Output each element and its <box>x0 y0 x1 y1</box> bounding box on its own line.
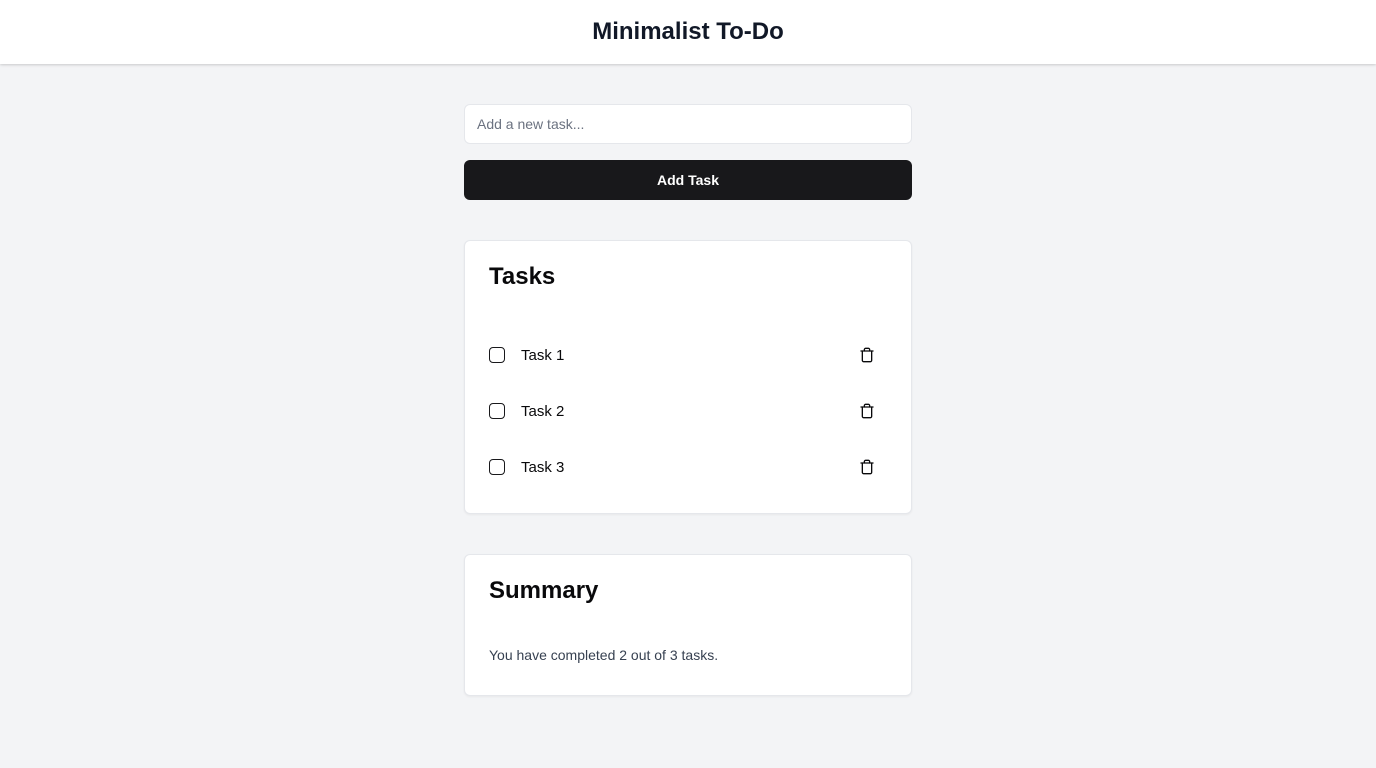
task-list: Task 1 Task 2 Task 3 <box>489 327 887 495</box>
task-checkbox[interactable] <box>489 403 505 419</box>
summary-text: You have completed 2 out of 3 tasks. <box>489 647 719 663</box>
delete-task-button[interactable] <box>851 395 883 427</box>
task-label: Task 3 <box>521 458 565 476</box>
task-checkbox[interactable] <box>489 459 505 475</box>
delete-task-button[interactable] <box>851 451 883 483</box>
task-item: Task 1 <box>489 327 887 383</box>
app-title: Minimalist To-Do <box>592 18 784 45</box>
new-task-input[interactable] <box>464 104 912 144</box>
add-task-button[interactable]: Add Task <box>464 160 912 200</box>
trash-icon <box>860 459 874 475</box>
task-label: Task 2 <box>521 402 565 420</box>
tasks-card: Tasks Task 1 Task 2 Task 3 <box>464 240 912 514</box>
summary-card: Summary You have completed 2 out of 3 ta… <box>464 554 912 696</box>
task-item: Task 3 <box>489 439 887 495</box>
task-checkbox[interactable] <box>489 347 505 363</box>
main-content: Add Task Tasks Task 1 Task 2 <box>464 104 912 696</box>
summary-card-title: Summary <box>489 577 599 604</box>
task-label: Task 1 <box>521 346 565 364</box>
trash-icon <box>860 347 874 363</box>
tasks-card-title: Tasks <box>489 263 556 290</box>
delete-task-button[interactable] <box>851 339 883 371</box>
task-item: Task 2 <box>489 383 887 439</box>
app-header: Minimalist To-Do <box>0 0 1376 64</box>
trash-icon <box>860 403 874 419</box>
